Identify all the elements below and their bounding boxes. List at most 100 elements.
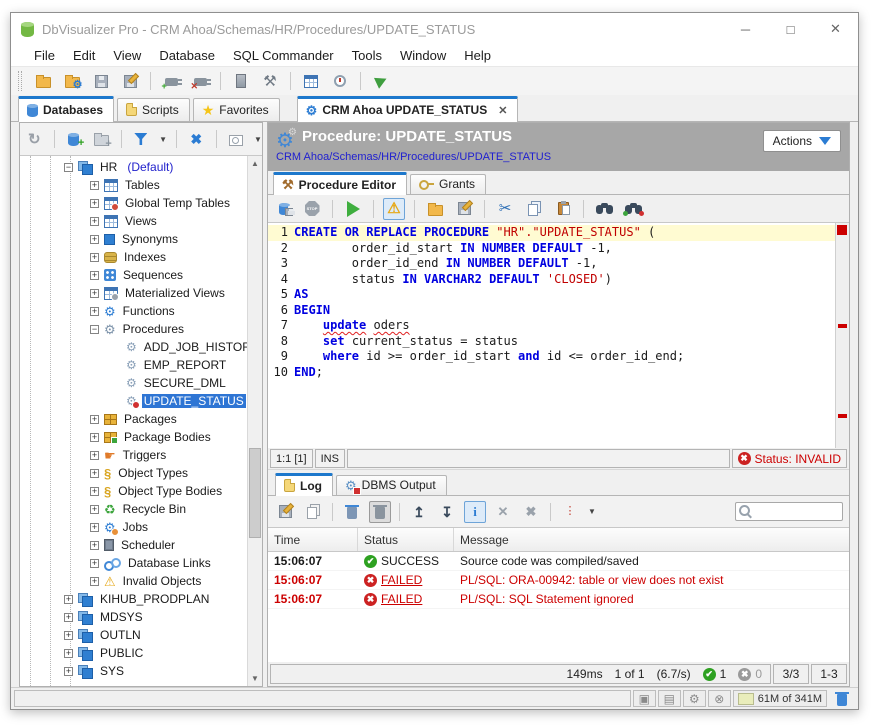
tree-expander[interactable]: + xyxy=(90,505,99,514)
info-icon[interactable]: i xyxy=(464,501,486,523)
code-line[interactable]: 7 update oders xyxy=(268,318,835,334)
code-line[interactable]: 6BEGIN xyxy=(268,303,835,319)
tree-item[interactable]: −HR(Default) xyxy=(20,158,247,176)
execute-icon[interactable] xyxy=(342,198,364,220)
code-line[interactable]: 5AS xyxy=(268,287,835,303)
tree-item[interactable]: +⚠Invalid Objects xyxy=(20,572,247,590)
tree-expander[interactable]: + xyxy=(90,559,99,568)
tree-item[interactable]: +Global Temp Tables xyxy=(20,194,247,212)
tree-expander[interactable]: + xyxy=(90,451,99,460)
expand-all-icon[interactable]: ✕ xyxy=(492,501,514,523)
code-line[interactable]: 3 order_id_end IN NUMBER DEFAULT -1, xyxy=(268,256,835,272)
tree-expander[interactable]: − xyxy=(90,325,99,334)
tree-item[interactable]: ⚙UPDATE_STATUS xyxy=(20,392,247,410)
code-line[interactable]: 10END; xyxy=(268,365,835,381)
toolbar-grip[interactable] xyxy=(18,71,22,91)
run-cursor-icon[interactable] xyxy=(370,70,392,92)
tree-expander[interactable]: + xyxy=(64,631,73,640)
warnings-icon[interactable]: ⚠ xyxy=(383,198,405,220)
stop-icon[interactable]: STOP xyxy=(301,198,323,220)
log-row[interactable]: 15:06:07✖FAILEDPL/SQL: SQL Statement ign… xyxy=(268,590,849,609)
minimize-button[interactable]: ─ xyxy=(723,13,768,45)
scheduler-icon[interactable] xyxy=(329,70,351,92)
maximize-button[interactable]: □ xyxy=(768,13,813,45)
markers-dropdown-icon[interactable]: ▼ xyxy=(588,507,596,516)
paste-icon[interactable] xyxy=(552,198,574,220)
tree-item[interactable]: +☛Triggers xyxy=(20,446,247,464)
memory-gauge[interactable]: 61M of 341M xyxy=(733,690,827,707)
code-line[interactable]: 8 set current_status = status xyxy=(268,334,835,350)
settings-icon[interactable]: ⚙ xyxy=(683,690,706,707)
tree-expander[interactable]: + xyxy=(90,253,99,262)
tab-grants[interactable]: Grants xyxy=(410,174,486,194)
tools-icon[interactable]: ⚒ xyxy=(259,70,281,92)
open-folder-icon[interactable] xyxy=(32,70,54,92)
scroll-top-icon[interactable]: ↥ xyxy=(408,501,430,523)
tree-item[interactable]: +PUBLIC xyxy=(20,644,247,662)
copy-log-icon[interactable] xyxy=(302,501,324,523)
pane-dropdown-icon[interactable]: ▼ xyxy=(254,135,262,144)
save-procedure-icon[interactable] xyxy=(272,198,294,220)
tree-expander[interactable]: + xyxy=(90,541,99,550)
menu-tools[interactable]: Tools xyxy=(343,46,391,65)
close-button[interactable]: ✕ xyxy=(813,13,858,45)
abort-icon[interactable]: ⊗ xyxy=(708,690,731,707)
row-markers-icon[interactable]: ⋮ xyxy=(559,501,581,523)
tree-item[interactable]: +Materialized Views xyxy=(20,284,247,302)
tab-close-icon[interactable]: ✕ xyxy=(498,104,507,117)
code-line[interactable]: 4 status IN VARCHAR2 DEFAULT 'CLOSED') xyxy=(268,272,835,288)
clear-on-run-icon[interactable] xyxy=(369,501,391,523)
tree-expander[interactable]: + xyxy=(90,523,99,532)
collapse-all-rows-icon[interactable]: ✖ xyxy=(520,501,542,523)
menu-database[interactable]: Database xyxy=(150,46,224,65)
tree-item[interactable]: +§Object Type Bodies xyxy=(20,482,247,500)
tree-item[interactable]: +§Object Types xyxy=(20,464,247,482)
database-status-icon[interactable]: ▤ xyxy=(658,690,681,707)
code-line[interactable]: 9 where id >= order_id_start and id <= o… xyxy=(268,349,835,365)
tree-item[interactable]: +OUTLN xyxy=(20,626,247,644)
sql-editor[interactable]: 1CREATE OR REPLACE PROCEDURE "HR"."UPDAT… xyxy=(268,222,849,448)
log-table-header[interactable]: Time Status Message xyxy=(268,528,849,552)
folder-settings-icon[interactable]: ⚙ xyxy=(61,70,83,92)
tree-item[interactable]: +SYS xyxy=(20,662,247,680)
filter-dropdown-icon[interactable]: ▼ xyxy=(159,135,167,144)
tree-expander[interactable]: + xyxy=(90,181,99,190)
tree-item[interactable]: +Database Links xyxy=(20,554,247,572)
save-as-icon[interactable] xyxy=(119,70,141,92)
tree-item[interactable]: +⚙Jobs xyxy=(20,518,247,536)
tab-procedure-editor[interactable]: ⚒ Procedure Editor xyxy=(273,172,407,195)
create-folder-icon[interactable]: + xyxy=(91,128,112,150)
log-row[interactable]: 15:06:07✖FAILEDPL/SQL: ORA-00942: table … xyxy=(268,571,849,590)
code-line[interactable]: 2 order_id_start IN NUMBER DEFAULT -1, xyxy=(268,241,835,257)
tree-item[interactable]: +KIHUB_PRODPLAN xyxy=(20,590,247,608)
tree-expander[interactable]: + xyxy=(90,307,99,316)
tree-expander[interactable]: + xyxy=(64,667,73,676)
tree-item[interactable]: +Packages xyxy=(20,410,247,428)
server-icon[interactable] xyxy=(230,70,252,92)
menu-window[interactable]: Window xyxy=(391,46,455,65)
tree-expander[interactable]: + xyxy=(90,217,99,226)
tree-expander[interactable]: − xyxy=(64,163,73,172)
export-log-icon[interactable] xyxy=(274,501,296,523)
tree-item[interactable]: +♻Recycle Bin xyxy=(20,500,247,518)
tree-expander[interactable]: + xyxy=(64,595,73,604)
create-connection-icon[interactable]: + xyxy=(64,128,85,150)
layout-icon[interactable]: ▣ xyxy=(633,690,656,707)
save-icon[interactable] xyxy=(90,70,112,92)
tree-expander[interactable]: + xyxy=(90,289,99,298)
error-marker-bottom[interactable] xyxy=(838,414,847,418)
tab-databases[interactable]: Databases xyxy=(18,96,114,122)
scroll-up-icon[interactable]: ▲ xyxy=(248,156,262,171)
tree-item[interactable]: +Synonyms xyxy=(20,230,247,248)
tree-expander[interactable]: + xyxy=(90,415,99,424)
tree-item[interactable]: +⚙Functions xyxy=(20,302,247,320)
tree-item[interactable]: +MDSYS xyxy=(20,608,247,626)
cut-icon[interactable]: ✂ xyxy=(494,198,516,220)
gc-trash-icon[interactable] xyxy=(829,690,855,707)
tree-scrollbar[interactable]: ▲ ▼ xyxy=(247,156,262,686)
preview-pane-icon[interactable] xyxy=(225,128,246,150)
tree-expander[interactable]: + xyxy=(90,577,99,586)
menu-sql-commander[interactable]: SQL Commander xyxy=(224,46,343,65)
actions-button[interactable]: Actions xyxy=(763,130,841,152)
tree-item[interactable]: +Tables xyxy=(20,176,247,194)
